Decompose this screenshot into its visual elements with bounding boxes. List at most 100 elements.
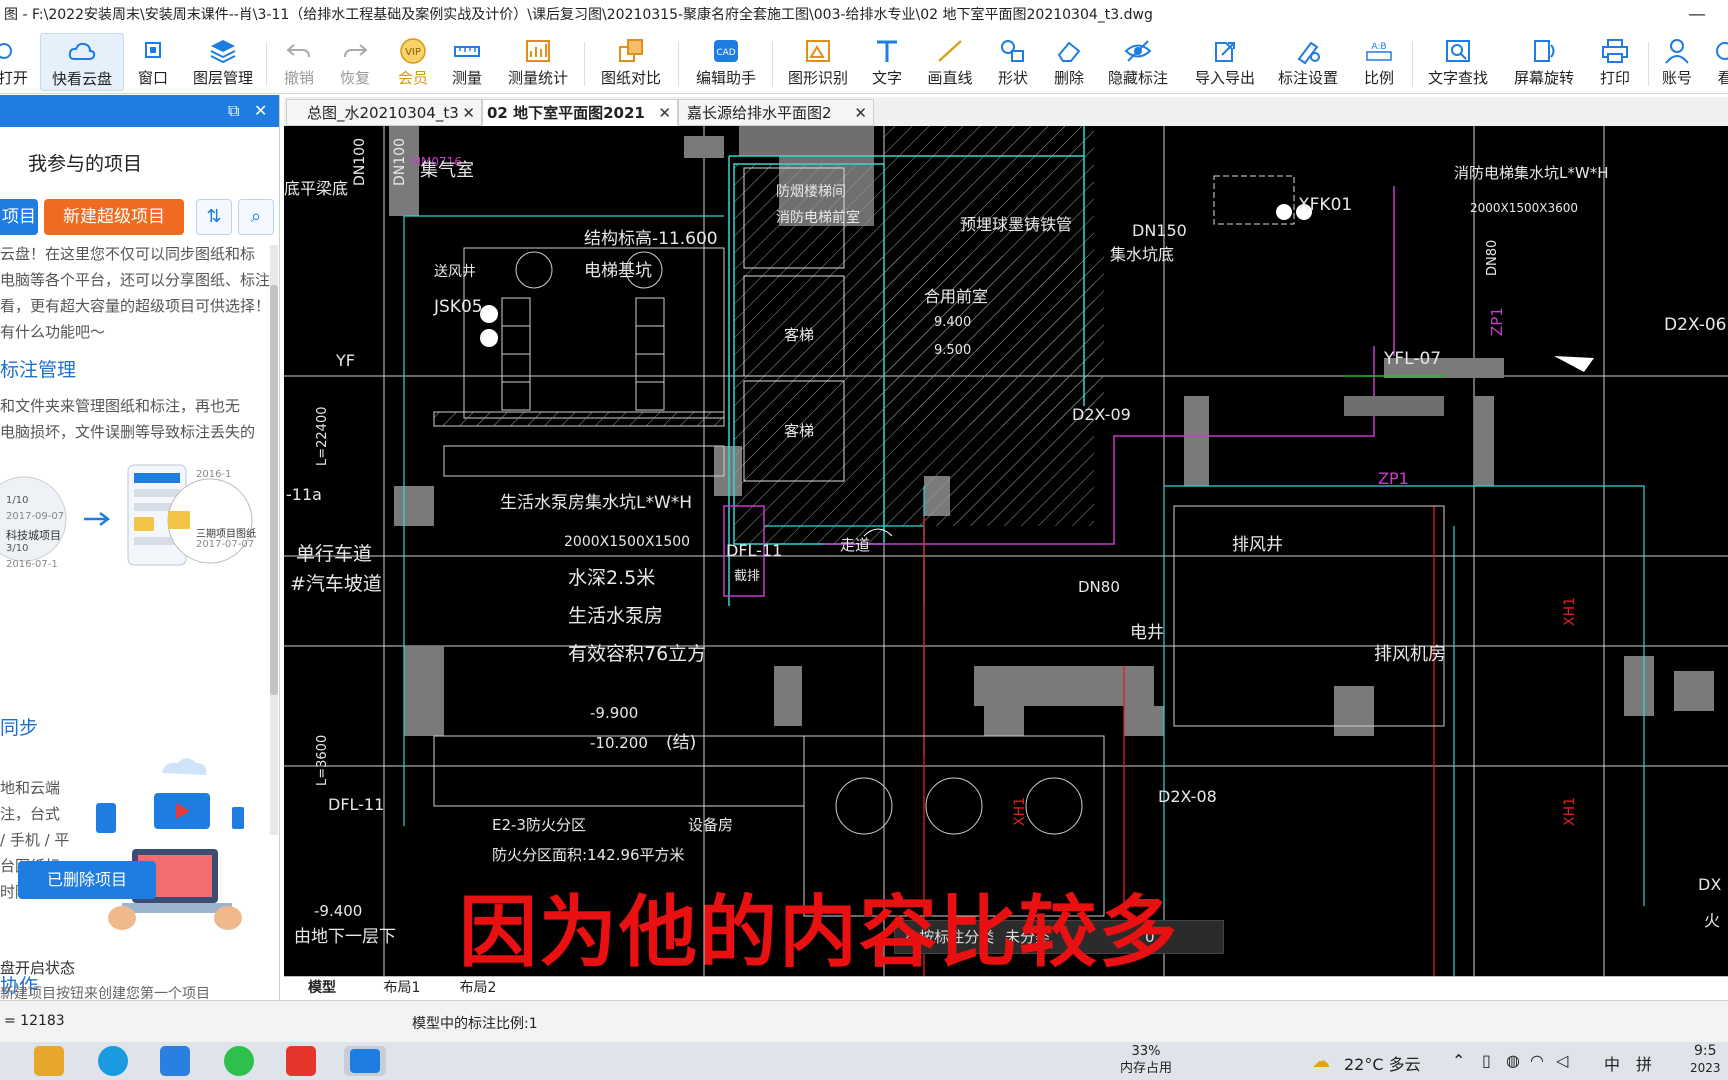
- compare-button[interactable]: 图纸对比: [596, 33, 666, 91]
- cad-drawing-canvas[interactable]: DN100 DN100 HM0716 集气室 底平梁底 结构标高-11.600 …: [284, 126, 1728, 976]
- edge-browser-icon[interactable]: [98, 1046, 128, 1076]
- ruler-icon: [452, 37, 482, 65]
- sync-illustration: [96, 758, 244, 930]
- draw-line-button[interactable]: 画直线: [920, 33, 980, 91]
- account-button[interactable]: 账号: [1654, 33, 1700, 91]
- close-icon[interactable]: ✕: [462, 100, 475, 125]
- toolbar-separator: [266, 42, 267, 86]
- tab-basement-plan[interactable]: 02 地下室平面图2021 ✕: [482, 99, 678, 126]
- panel-close-icon[interactable]: ✕: [254, 101, 267, 120]
- window-icon: [138, 37, 168, 65]
- scale-button[interactable]: A:B 比例: [1356, 33, 1402, 91]
- tab-model[interactable]: 模型: [284, 977, 360, 1000]
- wps-icon[interactable]: [286, 1046, 316, 1076]
- drawing-label: 电梯基坑: [584, 261, 652, 281]
- card-project-name: 三期项目图纸: [196, 529, 256, 540]
- wechat-icon[interactable]: [224, 1046, 254, 1076]
- drawing-label: -9.900: [590, 704, 638, 722]
- chevron-up-icon[interactable]: ⌃: [1452, 1051, 1465, 1070]
- close-icon[interactable]: ✕: [658, 100, 671, 125]
- new-super-project-button[interactable]: 新建超级项目: [44, 199, 184, 235]
- drawing-label: 底平梁底: [284, 179, 348, 198]
- weather-text[interactable]: 22°C 多云: [1344, 1051, 1421, 1075]
- scrollbar-thumb[interactable]: [270, 285, 278, 695]
- undo-button[interactable]: 撤销: [276, 33, 322, 91]
- clock-time[interactable]: 9:5: [1694, 1043, 1717, 1059]
- view-button[interactable]: 看: [1710, 33, 1728, 91]
- cloud-button[interactable]: 快看云盘: [40, 33, 124, 91]
- section-annotation-management: 标注管理: [0, 359, 77, 381]
- search-icon[interactable]: ⌕: [238, 199, 274, 235]
- drawing-label: DN100: [352, 138, 368, 186]
- text-search-button[interactable]: 文字查找: [1422, 33, 1494, 91]
- drawing-label: E2-3防火分区: [492, 816, 586, 834]
- scale-icon: A:B: [1364, 37, 1394, 65]
- panel-scrollbar[interactable]: [270, 245, 278, 835]
- window-label: 窗口: [137, 69, 168, 87]
- title-bar: 图 - F:\2022安装周末\安装周末课件--肖\3-11（给排水工程基础及案…: [0, 0, 1728, 30]
- drawing-label: 单行车道: [296, 543, 372, 565]
- drawing-label: 生活水泵房: [568, 605, 663, 627]
- drawing-label: 水深2.5米: [568, 567, 655, 589]
- edit-assistant-button[interactable]: CAD 编辑助手: [690, 33, 762, 91]
- window-button[interactable]: 窗口: [130, 33, 176, 91]
- window-title: 图 - F:\2022安装周末\安装周末课件--肖\3-11（给排水工程基础及案…: [4, 7, 1153, 23]
- open-button[interactable]: 打开: [0, 33, 34, 91]
- print-button[interactable]: 打印: [1592, 33, 1638, 91]
- tab-layout-1[interactable]: 布局1: [364, 977, 440, 1000]
- drawing-label: 9.500: [934, 343, 971, 358]
- microphone-icon[interactable]: ▯: [1482, 1051, 1491, 1070]
- drawing-label: 2000X1500X3600: [1470, 201, 1578, 215]
- clock-date[interactable]: 2023: [1690, 1061, 1721, 1075]
- ime-mode[interactable]: 拼: [1636, 1051, 1652, 1075]
- hide-annotations-button[interactable]: 隐藏标注: [1102, 33, 1174, 91]
- annotation-settings-button[interactable]: 标注设置: [1272, 33, 1344, 91]
- close-icon[interactable]: ✕: [854, 100, 867, 125]
- undo-icon: [284, 37, 314, 65]
- vip-button[interactable]: VIP 会员: [390, 33, 436, 91]
- wifi-icon[interactable]: ◠: [1530, 1051, 1544, 1070]
- measure-stats-button[interactable]: 测量统计: [502, 33, 574, 91]
- drawing-label: 排风机房: [1374, 644, 1446, 665]
- svg-text:VIP: VIP: [405, 47, 421, 58]
- minimize-button[interactable]: —: [1688, 0, 1706, 30]
- cad-viewer-task-icon[interactable]: [344, 1046, 386, 1076]
- open-label: 打开: [0, 69, 28, 87]
- status-bar: = 12183 模型中的标注比例:1: [0, 1000, 1728, 1042]
- text-button[interactable]: 文字: [864, 33, 910, 91]
- layers-button[interactable]: 图层管理: [188, 33, 258, 91]
- shape-button[interactable]: 形状: [990, 33, 1036, 91]
- my-projects-button[interactable]: 项目: [0, 199, 38, 235]
- deleted-projects-button[interactable]: 已删除项目: [18, 861, 156, 899]
- section-line: 和文件夹来管理图纸和标注，再也无: [0, 397, 241, 415]
- app-icon[interactable]: [160, 1046, 190, 1076]
- network-icon[interactable]: ◍: [1506, 1051, 1520, 1070]
- paint-app-icon[interactable]: [34, 1046, 64, 1076]
- tab-site-plan[interactable]: 总图_水20210304_t3 ✕: [286, 99, 482, 126]
- print-label: 打印: [1599, 69, 1630, 87]
- tab-plumbing-plan[interactable]: 嘉长源给排水平面图2 ✕: [678, 99, 874, 126]
- drawing-label: 排风井: [1232, 535, 1283, 555]
- panel-restore-icon[interactable]: ⧉: [228, 101, 239, 121]
- project-panel: ⧉ ✕ 我参与的项目 项目 新建超级项目 ⇅ ⌕ 云盘！在这里您不仅可以同步图纸…: [0, 95, 280, 1012]
- text-icon: [872, 37, 902, 65]
- memory-label: 内存占用: [1120, 1061, 1173, 1076]
- sync-icon[interactable]: ⇅: [196, 199, 232, 235]
- drawing-label: XH1: [1562, 797, 1578, 826]
- toolbar-separator: [1648, 42, 1649, 86]
- drawing-label: 结构标高-11.600: [584, 229, 718, 249]
- rotate-screen-button[interactable]: 屏幕旋转: [1508, 33, 1580, 91]
- layers-label: 图层管理: [192, 69, 253, 87]
- redo-button[interactable]: 恢复: [332, 33, 378, 91]
- measure-stats-label: 测量统计: [507, 69, 568, 87]
- import-export-button[interactable]: 导入导出: [1186, 33, 1264, 91]
- cad-icon: CAD: [711, 37, 741, 65]
- drawing-label: D2X-09: [1072, 405, 1131, 424]
- ime-language[interactable]: 中: [1604, 1051, 1620, 1075]
- measure-button[interactable]: 测量: [444, 33, 490, 91]
- delete-button[interactable]: 删除: [1046, 33, 1092, 91]
- panel-title: 我参与的项目: [28, 153, 143, 175]
- tab-layout-2[interactable]: 布局2: [440, 977, 516, 1000]
- volume-icon[interactable]: ◁: [1556, 1051, 1568, 1070]
- recognize-button[interactable]: 图形识别: [782, 33, 854, 91]
